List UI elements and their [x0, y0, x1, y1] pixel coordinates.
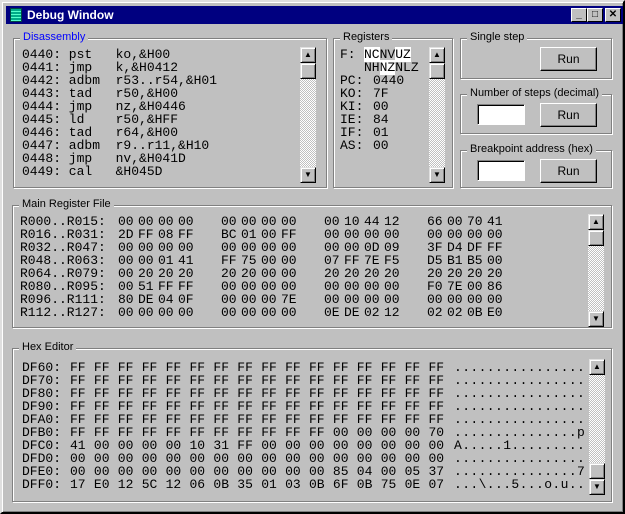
scroll-down-arrow-icon[interactable]: ▼	[589, 479, 605, 495]
hex-address: DFF0:	[22, 477, 62, 492]
window-title: Debug Window	[27, 8, 114, 22]
number-of-steps-run-button[interactable]: Run	[540, 103, 597, 127]
hex-row: DFF0: 17 E0 12 5C 12 06 0B 35 01 03 0B 6F 0B 75 0E 07...…	[13, 477, 585, 492]
register-byte[interactable]: DE	[344, 306, 360, 319]
register-file-row: R112..R127: 00 00 00 00 00 00 00 00 0E DE 02 12 02 02 0…	[13, 306, 573, 319]
register-byte[interactable]: 00	[241, 306, 257, 319]
hex-byte[interactable]: 0B	[357, 478, 373, 491]
hex-byte[interactable]: 0B	[309, 478, 325, 491]
register-byte[interactable]: E0	[487, 306, 503, 319]
main-register-file-group: Main Register File R000..R015: 00 00 00 00 00…	[12, 198, 612, 328]
register-byte[interactable]: 00	[178, 306, 194, 319]
breakpoint-group: Breakpoint address (hex) Run	[460, 143, 612, 188]
register-byte[interactable]: 0B	[467, 306, 483, 319]
number-of-steps-label: Number of steps (decimal)	[467, 87, 602, 99]
register-byte[interactable]: 02	[427, 306, 443, 319]
disassembly-line[interactable]: 0449: cal &H045D	[22, 165, 162, 178]
register-name: AS:	[340, 138, 364, 153]
hex-byte[interactable]: 12	[118, 478, 134, 491]
single-step-group: Single step Run	[460, 31, 612, 79]
hex-byte[interactable]: 12	[166, 478, 182, 491]
register-file-scrollbar[interactable]: ▲ ▼	[588, 214, 604, 327]
breakpoint-label: Breakpoint address (hex)	[467, 143, 596, 155]
registers-scrollbar[interactable]: ▲ ▼	[429, 47, 445, 183]
register-byte[interactable]: 02	[364, 306, 380, 319]
hex-byte[interactable]: 6F	[333, 478, 349, 491]
app-icon	[10, 8, 22, 22]
hex-byte[interactable]: 17	[70, 478, 86, 491]
hex-byte[interactable]: 07	[429, 478, 445, 491]
hex-ascii[interactable]: ...\...5...o.u..	[454, 478, 585, 491]
scroll-down-arrow-icon[interactable]: ▼	[300, 167, 316, 183]
scroll-thumb[interactable]	[589, 463, 605, 479]
scroll-up-arrow-icon[interactable]: ▲	[588, 214, 604, 230]
hex-byte[interactable]: 5C	[142, 478, 158, 491]
register-value: 00	[373, 138, 389, 153]
disassembly-label: Disassembly	[20, 31, 89, 43]
scroll-thumb[interactable]	[429, 63, 445, 79]
hex-byte[interactable]: 01	[261, 478, 277, 491]
scroll-up-arrow-icon[interactable]: ▲	[300, 47, 316, 63]
scroll-thumb[interactable]	[588, 230, 604, 246]
registers-group: Registers F: NCNVUZ NHNZNLZ PC: 0440 KO: 7F…	[333, 31, 453, 188]
hex-byte[interactable]: 0B	[213, 478, 229, 491]
main-register-file-label: Main Register File	[19, 198, 114, 210]
flags-label: F:	[340, 47, 356, 62]
title-bar[interactable]: Debug Window _ □ ✕	[6, 6, 623, 24]
maximize-button[interactable]: □	[587, 8, 603, 22]
hex-byte[interactable]: 03	[285, 478, 301, 491]
scroll-down-arrow-icon[interactable]: ▼	[429, 167, 445, 183]
register-byte[interactable]: 00	[221, 306, 237, 319]
hex-byte[interactable]: 06	[190, 478, 206, 491]
register-byte[interactable]: 00	[261, 306, 277, 319]
register-byte[interactable]: 00	[118, 306, 134, 319]
number-of-steps-input[interactable]	[477, 104, 525, 125]
hex-editor-label: Hex Editor	[19, 341, 77, 353]
hex-byte[interactable]: 75	[381, 478, 397, 491]
register-byte[interactable]: 0E	[324, 306, 340, 319]
close-button[interactable]: ✕	[605, 8, 621, 22]
hex-editor-scrollbar[interactable]: ▲ ▼	[589, 359, 605, 495]
register-byte[interactable]: 00	[281, 306, 297, 319]
register-byte[interactable]: 12	[384, 306, 400, 319]
register-range-label: R112..R127:	[20, 305, 106, 320]
disassembly-group: Disassembly 0440: pst ko,&H00 0441: jmp k…	[13, 31, 327, 188]
number-of-steps-group: Number of steps (decimal) Run	[460, 87, 612, 134]
scroll-up-arrow-icon[interactable]: ▲	[429, 47, 445, 63]
scroll-up-arrow-icon[interactable]: ▲	[589, 359, 605, 375]
hex-byte[interactable]: 0E	[405, 478, 421, 491]
disassembly-scrollbar[interactable]: ▲ ▼	[300, 47, 316, 183]
hex-byte[interactable]: 35	[237, 478, 253, 491]
register-byte[interactable]: 02	[447, 306, 463, 319]
hex-byte[interactable]: E0	[94, 478, 110, 491]
breakpoint-address-input[interactable]	[477, 160, 525, 181]
hex-editor-group: Hex Editor DF60: FF FF FF FF FF FF FF FF FF FF FF FF…	[12, 341, 612, 502]
register-byte[interactable]: 00	[138, 306, 154, 319]
scroll-thumb[interactable]	[300, 63, 316, 79]
single-step-run-button[interactable]: Run	[540, 47, 597, 71]
registers-label: Registers	[340, 31, 393, 43]
breakpoint-run-button[interactable]: Run	[540, 159, 597, 183]
minimize-button[interactable]: _	[571, 8, 587, 22]
single-step-label: Single step	[467, 31, 528, 43]
register-byte[interactable]: 00	[158, 306, 174, 319]
scroll-down-arrow-icon[interactable]: ▼	[588, 311, 604, 327]
